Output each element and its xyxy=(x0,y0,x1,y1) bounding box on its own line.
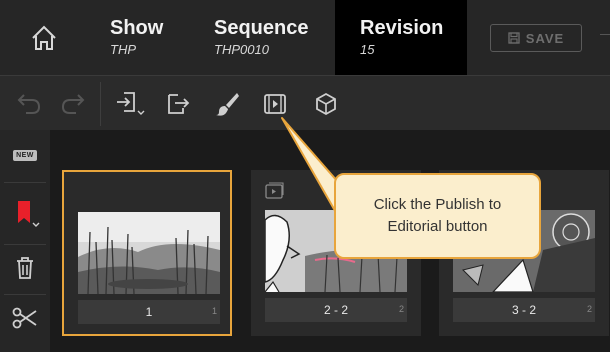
panel-sub-count: 2 xyxy=(398,304,404,314)
breadcrumb-show-title: Show xyxy=(110,17,164,39)
breadcrumb-sequence[interactable]: Sequence THP0010 xyxy=(214,0,308,75)
breadcrumb-sequence-title: Sequence xyxy=(214,17,309,39)
rail-divider xyxy=(4,244,46,245)
story-panel[interactable]: 1 1 xyxy=(62,170,232,336)
panel-thumbnail xyxy=(78,212,220,294)
published-film-icon xyxy=(265,182,284,199)
breadcrumb-revision-title: Revision xyxy=(360,17,444,39)
export-button[interactable] xyxy=(162,88,194,120)
scissors-icon xyxy=(12,307,37,329)
instruction-callout: Click the Publish to Editorial button xyxy=(334,173,541,259)
panel-number: 3 - 2 xyxy=(511,303,536,317)
breadcrumb-revision[interactable]: Revision 15 xyxy=(335,0,467,75)
rail-divider xyxy=(4,294,46,295)
undo-icon xyxy=(17,94,41,114)
breadcrumb-show[interactable]: Show THP xyxy=(110,0,163,75)
panel-label: 3 - 2 2 xyxy=(453,298,595,322)
redo-button[interactable] xyxy=(58,88,90,120)
panel-label: 1 1 xyxy=(78,300,220,324)
header-bar: Show THP Sequence THP0010 Revision 15 SA… xyxy=(0,0,610,75)
save-button[interactable]: SAVE xyxy=(490,24,582,52)
brush-icon xyxy=(216,93,239,116)
rail-divider xyxy=(4,182,46,183)
bookmark-icon xyxy=(18,201,40,227)
export-icon xyxy=(168,94,190,114)
trash-icon xyxy=(17,257,33,279)
delete-button[interactable] xyxy=(0,250,50,286)
3d-cube-icon xyxy=(316,92,336,116)
publish-to-editorial-icon xyxy=(264,94,286,114)
home-icon xyxy=(32,25,56,50)
cut-button[interactable] xyxy=(0,300,50,336)
import-button[interactable] xyxy=(114,88,146,120)
header-divider xyxy=(600,34,610,35)
home-button[interactable] xyxy=(0,0,88,75)
toolbar xyxy=(0,75,610,130)
brush-button[interactable] xyxy=(211,88,243,120)
breadcrumb-revision-value: 15 xyxy=(360,42,375,57)
new-panel-button[interactable]: NEW xyxy=(0,140,50,170)
undo-button[interactable] xyxy=(12,88,44,120)
panel-number: 1 xyxy=(145,305,153,319)
save-disk-icon xyxy=(508,32,520,44)
new-panel-icon: NEW xyxy=(13,149,37,161)
panel-label: 2 - 2 2 xyxy=(265,298,407,322)
save-label: SAVE xyxy=(525,30,565,46)
toolbar-divider xyxy=(100,82,101,126)
panel-number: 2 - 2 xyxy=(323,303,348,317)
bookmark-button[interactable] xyxy=(0,192,50,236)
redo-icon xyxy=(61,94,85,114)
publish-to-editorial-button[interactable] xyxy=(259,88,291,120)
3d-button[interactable] xyxy=(310,88,342,120)
breadcrumb-show-value: THP xyxy=(110,42,136,57)
import-icon xyxy=(117,92,145,115)
callout-text: Click the Publish to Editorial button xyxy=(373,196,502,235)
panel-sub-count: 1 xyxy=(211,306,217,316)
breadcrumb-sequence-value: THP0010 xyxy=(214,42,269,57)
left-tool-rail: NEW xyxy=(0,130,50,352)
panel-sub-count: 2 xyxy=(586,304,592,314)
